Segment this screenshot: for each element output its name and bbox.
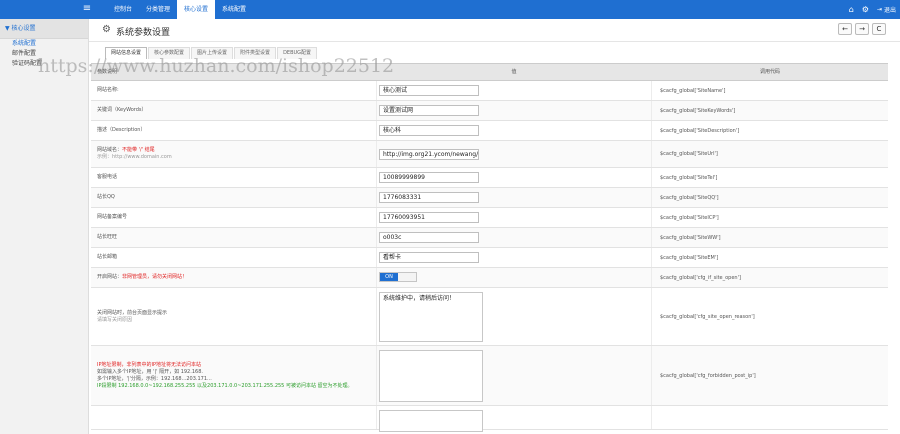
ip-rule-line: 如需输入多个IP地址，用 '|' 隔开，如 192.168.: [97, 368, 203, 375]
table-row: 网站域名：不能带 '/' 结尾 示例：http://www.domain.com…: [91, 141, 888, 168]
row-code: $cacfg_global['SiteKeyWords']: [660, 107, 736, 114]
row-code: [652, 406, 888, 429]
sidebar-item-captcha-config[interactable]: 验证码配置: [0, 59, 88, 69]
row-code: $cacfg_global['SiteName']: [660, 87, 726, 94]
row-code: $cacfg_global['SiteQQ']: [660, 194, 719, 201]
settings-table: 参数说明 值 调用代码 网站名称: 核心测试 $cacfg_global['Si…: [91, 63, 888, 432]
back-button[interactable]: ←: [838, 23, 852, 35]
qq-input[interactable]: 1776083331: [379, 192, 479, 203]
site-name-input[interactable]: 核心测试: [379, 85, 479, 96]
ip-rule-line: IP地址限制，非列表中的IP地址将无法访问本站: [97, 361, 201, 368]
row-code: $cacfg_global['cfg_site_open_reason']: [660, 313, 755, 320]
sidebar-item-system-config[interactable]: 系统配置: [0, 39, 88, 49]
main-content: ⚙ 系统参数设置 ← → C 网站信息设置 核心参数配置 图片上传设置 附件类型…: [89, 19, 900, 434]
exit-button[interactable]: ⇥ 退出: [877, 5, 896, 14]
sidebar-item-mail-config[interactable]: 邮件配置: [0, 49, 88, 59]
row-label: 网站名称:: [97, 87, 119, 93]
row-code: $cacfg_global['SiteUrl']: [660, 151, 718, 157]
table-row: 客服电话 10089999899 $cacfg_global['SiteTel'…: [91, 168, 888, 188]
site-open-toggle[interactable]: ON: [379, 272, 417, 282]
table-row: 站长旺旺 o003c $cacfg_global['SiteWW']: [91, 228, 888, 248]
row-label: 站长QQ: [97, 194, 115, 200]
row-hint: 请填写关闭原因: [97, 316, 133, 323]
site-url-input[interactable]: http://img.org21.ycom/newang/t: [379, 149, 479, 160]
sidebar: ▼ 核心设置 系统配置 邮件配置 验证码配置: [0, 19, 89, 434]
forward-button[interactable]: →: [855, 23, 869, 35]
table-row: 关键词（KeyWords） 设置测试网 $cacfg_global['SiteK…: [91, 101, 888, 121]
top-navbar: ≡ 控制台 分类管理 核心设置 系统配置 ⌂ ⚙ ⇥ 退出: [0, 0, 900, 19]
exit-icon: ⇥: [876, 6, 882, 13]
top-right-actions: ⌂ ⚙ ⇥ 退出: [849, 0, 896, 19]
tab-site-info[interactable]: 网站信息设置: [105, 47, 148, 59]
wangwang-input[interactable]: o003c: [379, 232, 479, 243]
table-row: IP地址限制，非列表中的IP地址将无法访问本站 如需输入多个IP地址，用 '|'…: [91, 346, 888, 406]
page-title: 系统参数设置: [116, 28, 171, 38]
row-warning: 不能带 '/' 结尾: [122, 147, 155, 153]
table-row: 站长邮箱 看帮卡 $cacfg_global['SiteEM']: [91, 248, 888, 268]
column-header-description: 参数说明: [97, 69, 118, 75]
home-icon[interactable]: ⌂: [849, 5, 854, 14]
row-hint: 示例：http://www.domain.com: [97, 154, 172, 160]
table-row: 站长QQ 1776083331 $cacfg_global['SiteQQ']: [91, 188, 888, 208]
tab-debug[interactable]: DEBUG配置: [277, 47, 318, 59]
table-row: 网站名称: 核心测试 $cacfg_global['SiteName']: [91, 81, 888, 101]
phone-input[interactable]: 10089999899: [379, 172, 479, 183]
ip-rule-line: IP段限制 192.168.0.0~192.168.255.255 以及203.…: [97, 382, 353, 389]
tab-core-params[interactable]: 核心参数配置: [148, 47, 191, 59]
refresh-button[interactable]: C: [872, 23, 886, 35]
gear-icon[interactable]: ⚙: [862, 5, 869, 14]
row-code: $cacfg_global['cfg_forbidden_post_ip']: [660, 372, 756, 379]
row-label: 网站备案编号: [97, 214, 128, 220]
row-code: $cacfg_global['SiteDescription']: [660, 127, 740, 134]
top-nav-tabs: 控制台 分类管理 核心设置 系统配置: [107, 0, 253, 19]
table-row: 网站备案编号 17760093951 $cacfg_global['SiteIC…: [91, 208, 888, 228]
tab-core-settings[interactable]: 核心设置: [177, 0, 216, 19]
row-label-line: 网站域名：不能带 '/' 结尾: [97, 147, 376, 154]
description-input[interactable]: 核心科: [379, 125, 479, 136]
hamburger-icon[interactable]: ≡: [81, 3, 93, 15]
toggle-on-label: ON: [380, 273, 398, 281]
row-code: $cacfg_global['SiteEM']: [660, 254, 719, 261]
table-row: 描述（Description） 核心科 $cacfg_global['SiteD…: [91, 121, 888, 141]
row-label: 开启网站：: [97, 274, 123, 280]
table-row: 开启网站：非网管理员，请勿关闭网站！ ON $cacfg_global['cfg…: [91, 268, 888, 288]
settings-tabs: 网站信息设置 核心参数配置 图片上传设置 附件类型设置 DEBUG配置: [105, 47, 318, 59]
row-label: 描述（Description）: [97, 127, 146, 133]
gear-icon: ⚙: [102, 24, 111, 35]
row-label: 客服电话: [97, 174, 118, 180]
row-code: $cacfg_global['SiteWW']: [660, 234, 721, 241]
column-header-code: 调用代码: [759, 69, 780, 75]
table-row: 关闭网站时，前台页面显示提示 请填写关闭原因 系统维护中，请稍后访问！ $cac…: [91, 288, 888, 346]
table-header: 参数说明 值 调用代码: [91, 64, 888, 81]
tab-dashboard[interactable]: 控制台: [107, 0, 139, 19]
tab-system-config[interactable]: 系统配置: [215, 0, 253, 19]
tab-attachment-types[interactable]: 附件类型设置: [234, 47, 277, 59]
row-label-line: 开启网站：非网管理员，请勿关闭网站！: [97, 274, 376, 281]
page-nav-buttons: ← → C: [838, 23, 886, 35]
forbidden-ip-textarea[interactable]: [379, 350, 483, 402]
tab-image-upload[interactable]: 图片上传设置: [191, 47, 234, 59]
row-label: 站长旺旺: [97, 234, 118, 240]
extra-textarea[interactable]: [379, 410, 483, 432]
close-reason-textarea[interactable]: 系统维护中，请稍后访问！: [379, 292, 483, 342]
row-label: 关闭网站时，前台页面显示提示: [97, 309, 168, 316]
table-row: [91, 406, 888, 432]
row-warning: 非网管理员，请勿关闭网站！: [122, 274, 188, 280]
row-label: 网站域名：: [97, 147, 123, 153]
icp-input[interactable]: 17760093951: [379, 212, 479, 223]
keywords-input[interactable]: 设置测试网: [379, 105, 479, 116]
row-code: $cacfg_global['SiteICP']: [660, 214, 719, 221]
row-label: 站长邮箱: [97, 254, 118, 260]
email-input[interactable]: 看帮卡: [379, 252, 479, 263]
row-code: $cacfg_global['cfg_if_site_open']: [660, 274, 741, 281]
sidebar-header[interactable]: ▼ 核心设置: [0, 19, 88, 39]
column-header-value: 值: [511, 69, 517, 75]
row-label: 关键词（KeyWords）: [97, 107, 147, 113]
ip-rule-line: 多个IP地址，'|'分隔，示例：192.168...203.171...: [97, 375, 212, 382]
row-code: $cacfg_global['SiteTel']: [660, 174, 718, 181]
page-header: ⚙ 系统参数设置 ← → C: [89, 19, 900, 42]
tab-category[interactable]: 分类管理: [139, 0, 177, 19]
exit-label: 退出: [883, 7, 896, 14]
